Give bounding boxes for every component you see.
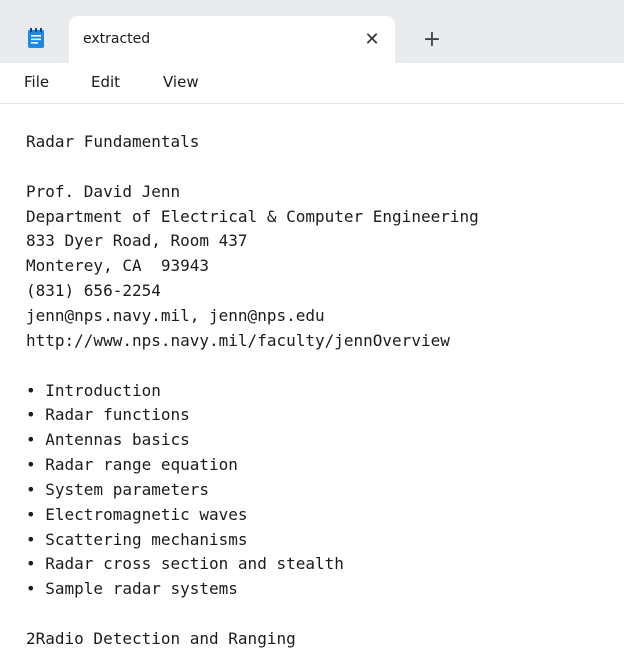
text-editor[interactable]: Radar Fundamentals Prof. David Jenn Depart… [0, 104, 624, 648]
menu-bar: File Edit View [0, 63, 624, 104]
text-line: Prof. David Jenn [26, 181, 181, 201]
text-line: Radar Fundamentals [26, 132, 200, 151]
title-tab-bar: extracted ✕ + [0, 0, 624, 64]
notepad-icon [28, 28, 44, 48]
text-line: http://www.nps.navy.mil/faculty/jennOver… [26, 330, 450, 350]
menu-file[interactable]: File [24, 73, 49, 91]
close-tab-button[interactable]: ✕ [357, 24, 387, 54]
text-line: jenn@nps.navy.mil, jenn@nps.edu [26, 305, 325, 325]
menu-edit[interactable]: Edit [91, 73, 120, 91]
text-line: (831) 656-2254 [26, 281, 161, 301]
tab-extracted[interactable]: extracted ✕ [69, 16, 395, 63]
text-line: • Radar cross section and stealth [26, 554, 344, 574]
text-line: 2Radio Detection and Ranging [26, 629, 296, 648]
close-icon: ✕ [364, 28, 380, 50]
text-line: • Scattering mechanisms [26, 529, 248, 549]
text-line: • Radar functions [26, 405, 190, 425]
text-line: • Radar range equation [26, 455, 238, 475]
text-line: • System parameters [26, 479, 210, 499]
text-line: Monterey, CA 93943 [26, 256, 210, 276]
tab-title: extracted [83, 31, 151, 47]
plus-icon: + [422, 26, 442, 52]
new-tab-button[interactable]: + [418, 25, 446, 53]
text-line: • Introduction [26, 380, 161, 400]
text-line: Department of Electrical & Computer Engi… [26, 206, 479, 226]
text-line: • Electromagnetic waves [26, 504, 248, 524]
text-line: 833 Dyer Road, Room 437 [26, 231, 248, 251]
text-line: • Antennas basics [26, 430, 190, 450]
text-line: • Sample radar systems [26, 579, 238, 599]
menu-view[interactable]: View [163, 73, 199, 91]
